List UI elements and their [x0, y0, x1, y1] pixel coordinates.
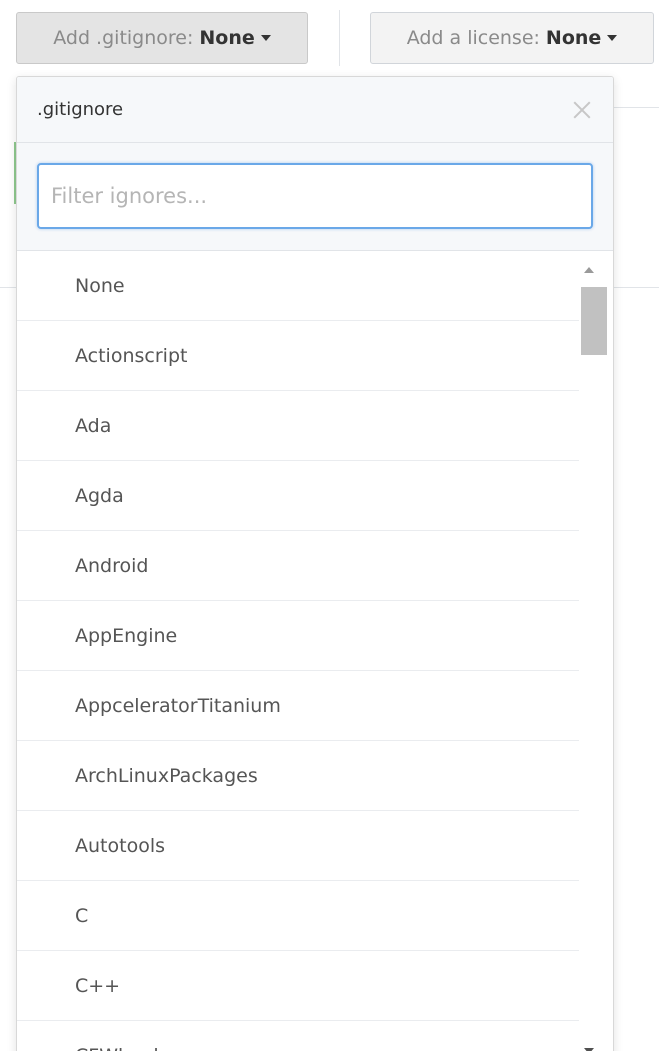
scrollbar-thumb[interactable] — [581, 287, 607, 355]
gitignore-option-archlinuxpackages[interactable]: ArchLinuxPackages — [17, 741, 580, 811]
caret-down-icon — [260, 35, 271, 41]
gitignore-option-c[interactable]: C — [17, 881, 580, 951]
dropdown-title: .gitignore — [37, 99, 124, 120]
gitignore-option-none[interactable]: None — [17, 251, 580, 321]
background-divider-left — [0, 287, 16, 288]
add-gitignore-button[interactable]: Add .gitignore: None — [16, 12, 308, 64]
filter-container — [17, 143, 613, 251]
background-divider-top — [612, 107, 659, 108]
gitignore-option-c[interactable]: C++ — [17, 951, 580, 1021]
add-gitignore-label: Add .gitignore: — [53, 27, 194, 49]
filter-ignores-input[interactable] — [37, 163, 593, 229]
gitignore-dropdown-menu: .gitignore NoneActionscriptAdaAgdaAndroi… — [16, 76, 614, 1051]
gitignore-template-list: None Actionscript Ada Agda Android AppEngine A… — [17, 251, 580, 1051]
dropdown-header: .gitignore — [17, 77, 613, 143]
gitignore-option-actionscript[interactable]: Actionscript — [17, 321, 580, 391]
list-scrollbar[interactable] — [579, 251, 607, 1051]
gitignore-list-area: None Actionscript Ada Agda Android AppEngine A… — [17, 251, 613, 1051]
gitignore-option-android[interactable]: Android — [17, 531, 580, 601]
gitignore-option-ada[interactable]: Ada — [17, 391, 580, 461]
caret-down-icon — [607, 35, 618, 41]
gitignore-option-autotools[interactable]: Autotools — [17, 811, 580, 881]
add-gitignore-value: None — [199, 27, 255, 49]
gitignore-option-agda[interactable]: Agda — [17, 461, 580, 531]
add-license-value: None — [545, 27, 602, 49]
close-icon[interactable] — [571, 99, 593, 121]
gitignore-option-appengine[interactable]: AppEngine — [17, 601, 580, 671]
button-separator — [339, 10, 340, 66]
add-license-button[interactable]: Add a license: None — [370, 12, 654, 64]
scroll-up-arrow-icon[interactable] — [584, 267, 594, 273]
gitignore-option-appceleratortitanium[interactable]: AppceleratorTitanium — [17, 671, 580, 741]
page: Add .gitignore: None Add a license: None… — [0, 0, 659, 1051]
background-divider-middle — [612, 287, 659, 288]
add-license-label: Add a license: — [406, 27, 540, 49]
gitignore-option-cfwheels[interactable]: CFWheels — [17, 1021, 580, 1051]
